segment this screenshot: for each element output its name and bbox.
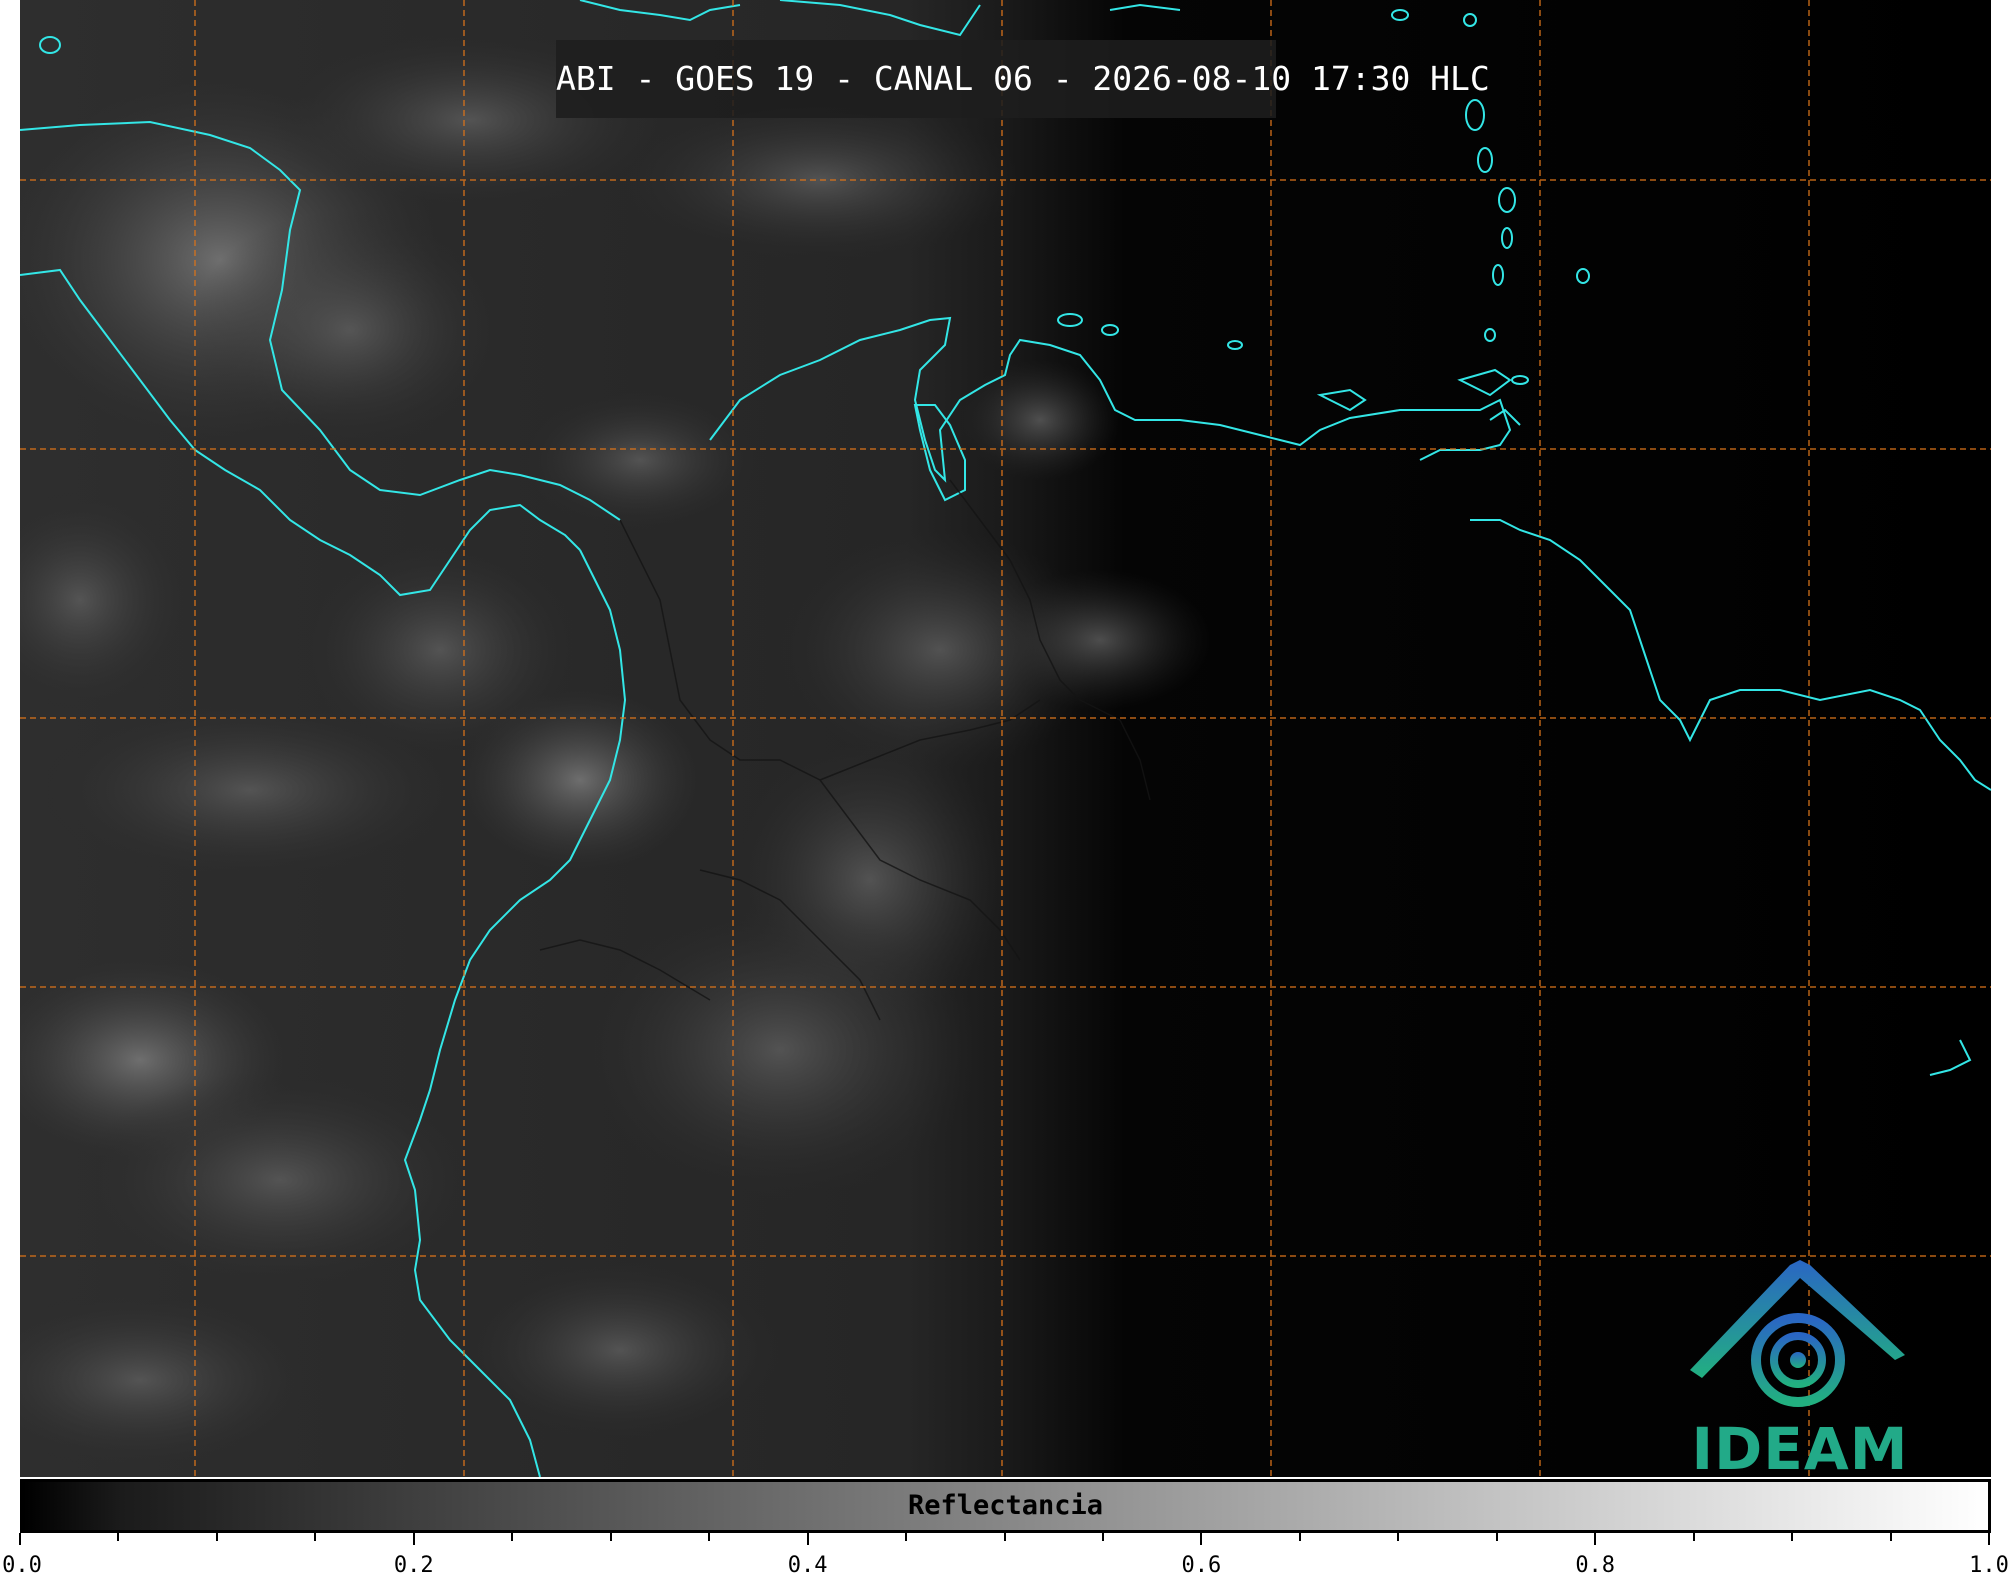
- colorbar-minor-tick: [215, 1533, 218, 1541]
- colorbar-tick-label: 0.8: [1575, 1553, 1616, 1577]
- satellite-map: ABI - GOES 19 - CANAL 06 - 2026-08-10 17…: [20, 0, 1991, 1477]
- colorbar-tick-label: 0.6: [1181, 1553, 1222, 1577]
- ideam-logo: IDEAM: [1680, 1250, 1920, 1477]
- colorbar-major-tick: [1200, 1533, 1203, 1545]
- colorbar-minor-tick: [905, 1533, 908, 1541]
- ideam-logo-text: IDEAM: [1691, 1415, 1909, 1477]
- colorbar-major-tick: [806, 1533, 809, 1545]
- colorbar-tick-label: 0.2: [393, 1553, 434, 1577]
- colorbar-minor-tick: [511, 1533, 514, 1541]
- colorbar-minor-tick: [1889, 1533, 1892, 1541]
- colorbar-major-tick: [1988, 1533, 1990, 1545]
- colorbar-minor-tick: [1397, 1533, 1400, 1541]
- colorbar-minor-tick: [1791, 1533, 1794, 1541]
- colorbar-tick-label: 0.0: [2, 1553, 42, 1577]
- colorbar: Reflectancia: [20, 1479, 1991, 1533]
- colorbar-minor-tick: [1003, 1533, 1006, 1541]
- map-title: ABI - GOES 19 - CANAL 06 - 2026-08-10 17…: [556, 59, 1490, 98]
- colorbar-major-tick: [1594, 1533, 1597, 1545]
- colorbar-minor-tick: [1495, 1533, 1498, 1541]
- colorbar-minor-tick: [117, 1533, 120, 1541]
- colorbar-label: Reflectancia: [907, 1490, 1104, 1521]
- ideam-logo-icon: [1690, 1260, 1905, 1407]
- colorbar-minor-tick: [1692, 1533, 1695, 1541]
- colorbar-tick-label: 1.0: [1969, 1553, 2009, 1577]
- colorbar-minor-tick: [1101, 1533, 1104, 1541]
- colorbar-tick-label: 0.4: [787, 1553, 828, 1577]
- colorbar-major-tick: [19, 1533, 21, 1545]
- title-banner: ABI - GOES 19 - CANAL 06 - 2026-08-10 17…: [556, 40, 1490, 118]
- colorbar-minor-tick: [314, 1533, 317, 1541]
- colorbar-minor-tick: [1298, 1533, 1301, 1541]
- colorbar-minor-tick: [609, 1533, 612, 1541]
- colorbar-major-tick: [412, 1533, 415, 1545]
- satellite-image-page: ABI - GOES 19 - CANAL 06 - 2026-08-10 17…: [0, 0, 2011, 1577]
- colorbar-ticks: 0.0 0.2 0.4 0.6 0.8 1.0: [0, 1533, 2011, 1577]
- colorbar-minor-tick: [708, 1533, 711, 1541]
